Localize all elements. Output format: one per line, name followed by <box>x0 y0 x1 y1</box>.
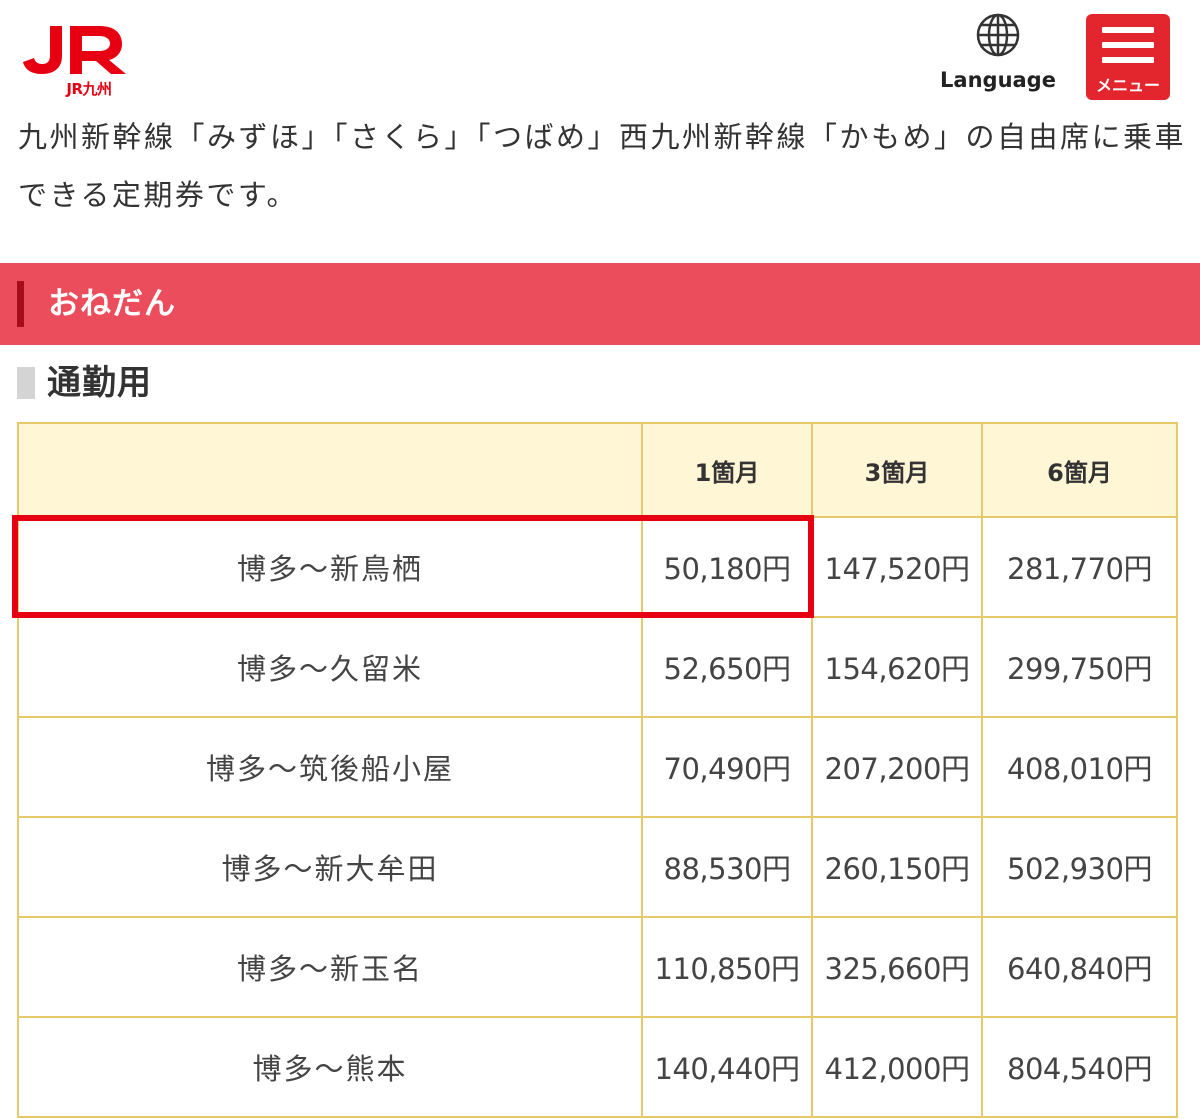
globe-icon <box>976 13 1020 57</box>
price-6-months: 408,010円 <box>981 716 1178 818</box>
language-label: Language <box>940 68 1056 92</box>
section-accent <box>17 281 24 327</box>
header-6-months: 6箇月 <box>981 422 1178 518</box>
price-1-month: 70,490円 <box>641 716 813 818</box>
price-6-months: 281,770円 <box>981 516 1178 618</box>
price-3-months: 207,200円 <box>811 716 983 818</box>
language-button[interactable]: Language <box>936 12 1060 96</box>
price-3-months: 147,520円 <box>811 516 983 618</box>
table-header-row: 1箇月 3箇月 6箇月 <box>17 422 1178 518</box>
price-6-months: 804,540円 <box>981 1016 1178 1118</box>
logo-text: JR九州 <box>66 80 112 98</box>
price-3-months: 260,150円 <box>811 816 983 918</box>
hamburger-icon <box>1102 27 1154 67</box>
fare-table: 1箇月 3箇月 6箇月 博多～新鳥栖 50,180円 147,520円 281,… <box>17 422 1178 1118</box>
route-cell: 博多～新大牟田 <box>17 816 643 918</box>
table-row: 博多～新大牟田 88,530円 260,150円 502,930円 <box>17 816 1178 918</box>
price-1-month: 50,180円 <box>641 516 813 618</box>
header-3-months: 3箇月 <box>811 422 983 518</box>
route-cell: 博多～久留米 <box>17 616 643 718</box>
price-3-months: 412,000円 <box>811 1016 983 1118</box>
table-row: 博多～久留米 52,650円 154,620円 299,750円 <box>17 616 1178 718</box>
table-row: 博多～筑後船小屋 70,490円 207,200円 408,010円 <box>17 716 1178 818</box>
price-1-month: 52,650円 <box>641 616 813 718</box>
jr-logo-icon <box>23 26 126 74</box>
header-1-month: 1箇月 <box>641 422 813 518</box>
intro-text: 九州新幹線「みずほ」「さくら」「つばめ」西九州新幹線「かもめ」の自由席に乗車でき… <box>18 120 1187 212</box>
route-cell: 博多～新玉名 <box>17 916 643 1018</box>
price-3-months: 154,620円 <box>811 616 983 718</box>
price-3-months: 325,660円 <box>811 916 983 1018</box>
jr-kyushu-logo[interactable]: JR九州 <box>22 22 132 100</box>
table-row: 博多～熊本 140,440円 412,000円 804,540円 <box>17 1016 1178 1118</box>
section-header: おねだん <box>0 263 1200 345</box>
table-row: 博多～新玉名 110,850円 325,660円 640,840円 <box>17 916 1178 1018</box>
price-6-months: 299,750円 <box>981 616 1178 718</box>
section-title: おねだん <box>48 286 176 322</box>
table-row: 博多～新鳥栖 50,180円 147,520円 281,770円 <box>17 516 1178 618</box>
price-1-month: 140,440円 <box>641 1016 813 1118</box>
subheading-title: 通勤用 <box>47 363 152 403</box>
subheading-accent <box>17 367 35 399</box>
price-1-month: 110,850円 <box>641 916 813 1018</box>
route-cell: 博多～筑後船小屋 <box>17 716 643 818</box>
route-cell: 博多～新鳥栖 <box>17 516 643 618</box>
route-cell: 博多～熊本 <box>17 1016 643 1118</box>
menu-label: メニュー <box>1095 76 1160 95</box>
price-1-month: 88,530円 <box>641 816 813 918</box>
price-6-months: 640,840円 <box>981 916 1178 1018</box>
price-6-months: 502,930円 <box>981 816 1178 918</box>
header-route <box>17 422 643 518</box>
menu-button[interactable]: メニュー <box>1086 14 1170 100</box>
